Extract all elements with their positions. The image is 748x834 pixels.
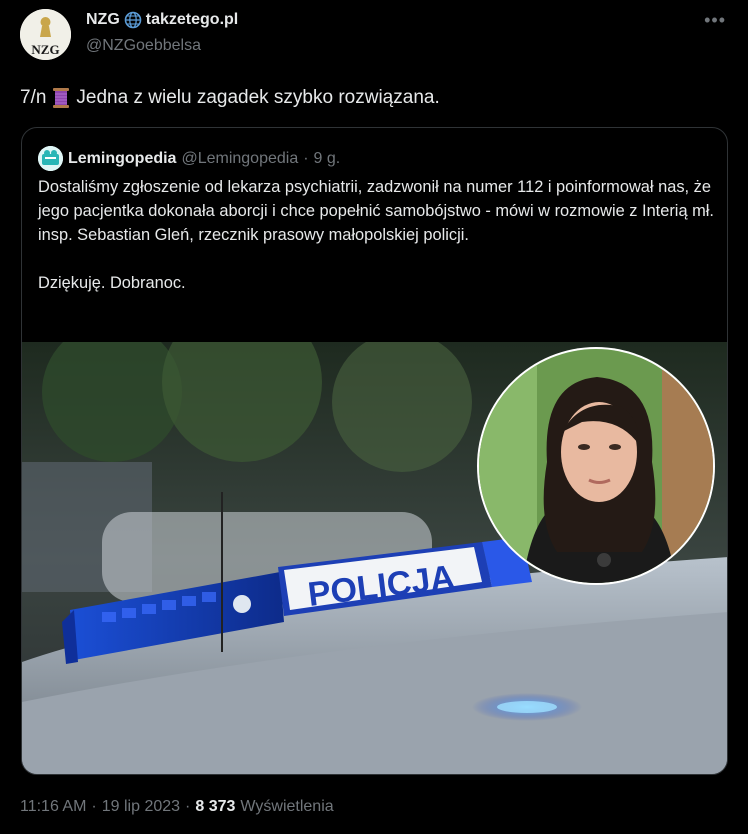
quoted-author-handle[interactable]: @Lemingopedia bbox=[181, 150, 298, 168]
meta-separator: · bbox=[91, 798, 97, 815]
nzg-logo-icon: NZG bbox=[20, 9, 71, 60]
quoted-time[interactable]: 9 g. bbox=[314, 150, 341, 168]
quoted-separator: · bbox=[303, 149, 309, 167]
tweet-prefix: 7/n bbox=[20, 87, 47, 108]
quoted-tweet-text: Dostaliśmy zgłoszenie od lekarza psychia… bbox=[38, 175, 718, 295]
views-count: 8 373 bbox=[195, 798, 236, 815]
quoted-tweet-image[interactable]: POLICJA bbox=[22, 342, 727, 774]
tweet-text: 7/n Jedna z wielu zagadek szybko rozwiąz… bbox=[20, 86, 440, 110]
meta-separator: · bbox=[185, 798, 191, 815]
lemingopedia-logo-icon bbox=[38, 146, 63, 171]
quoted-paragraph-1: Dostaliśmy zgłoszenie od lekarza psychia… bbox=[38, 178, 714, 244]
tweet-body: Jedna z wielu zagadek szybko rozwiązana. bbox=[76, 87, 440, 108]
author-site-label[interactable]: takzetego.pl bbox=[146, 11, 238, 29]
author-name-row[interactable]: NZG takzetego.pl bbox=[86, 11, 238, 29]
author-name[interactable]: NZG bbox=[86, 11, 120, 29]
quoted-author-name[interactable]: Lemingopedia bbox=[68, 150, 176, 168]
quoted-tweet[interactable]: Lemingopedia @Lemingopedia · 9 g. Dostal… bbox=[21, 127, 728, 775]
quoted-author-avatar[interactable] bbox=[38, 146, 63, 171]
author-avatar[interactable]: NZG bbox=[20, 9, 71, 60]
police-car-photo: POLICJA bbox=[22, 342, 727, 774]
avatar-text: NZG bbox=[31, 42, 59, 57]
spool-of-thread-icon bbox=[50, 86, 72, 110]
quoted-tweet-header: Lemingopedia @Lemingopedia · 9 g. bbox=[38, 146, 340, 171]
tweet-date[interactable]: 19 lip 2023 bbox=[102, 798, 180, 816]
globe-icon bbox=[124, 11, 142, 29]
tweet-time[interactable]: 11:16 AM bbox=[20, 798, 86, 816]
more-options-icon[interactable]: ••• bbox=[704, 10, 726, 31]
views-label: Wyświetlenia bbox=[240, 798, 334, 815]
author-handle[interactable]: @NZGoebbelsa bbox=[86, 37, 201, 55]
quoted-paragraph-2: Dziękuję. Dobranoc. bbox=[38, 274, 186, 292]
tweet-meta: 11:16 AM · 19 lip 2023 · 8 373 Wyświetle… bbox=[20, 798, 334, 816]
